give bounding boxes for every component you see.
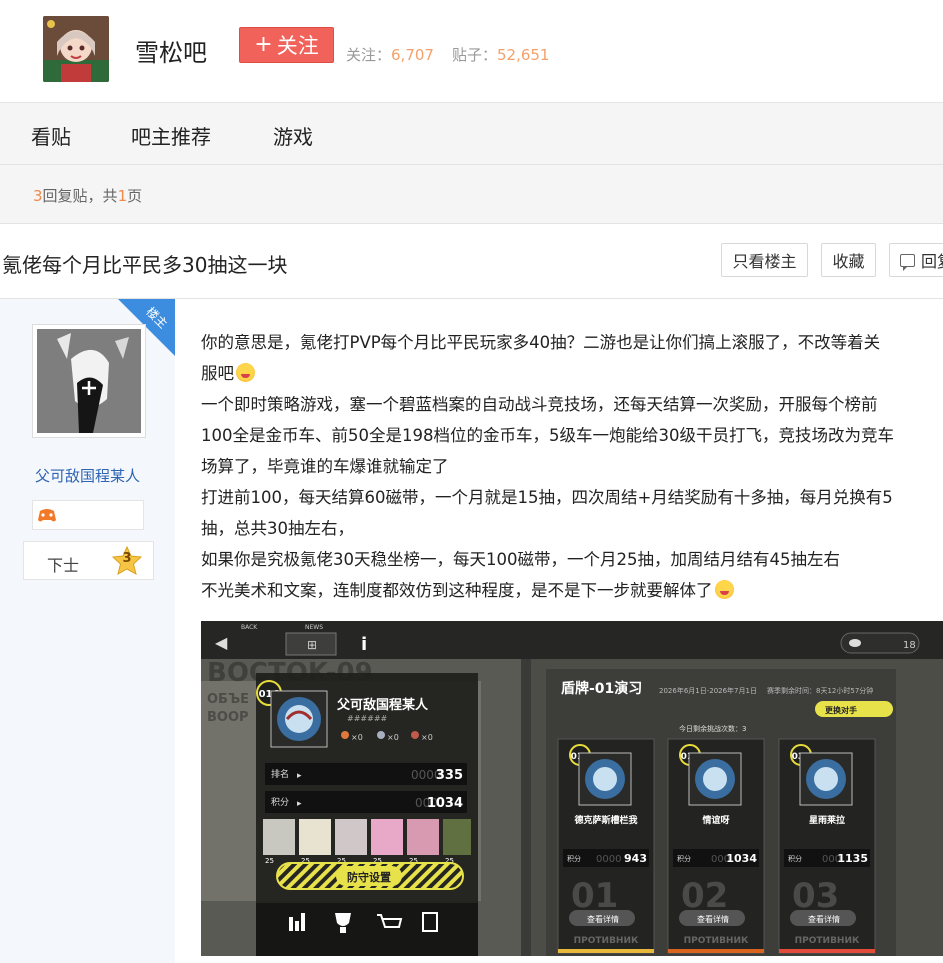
reply-bar: 3回复贴，共1页 [0, 165, 943, 224]
player-rank-value: 335 [436, 768, 463, 783]
svg-text:查看详情: 查看详情 [587, 914, 619, 924]
opponent-card[interactable]: 019 德克萨斯槽栏我 积分 0000 943 01 查看详情 ПРОТИВНИ… [557, 738, 655, 954]
plus-icon: + [254, 32, 273, 57]
forum-name[interactable]: 雪松吧 [135, 33, 207, 68]
post-line: 100全是金币车、前50全是198档位的金币车，5级车一炮能给30级干员打飞，竞… [201, 426, 894, 445]
stat-label: 关注： [346, 46, 392, 64]
tab-posts[interactable]: 看贴 [31, 121, 71, 150]
svg-text:ОБЪЕ: ОБЪЕ [207, 692, 249, 707]
svg-text:1135: 1135 [837, 852, 868, 865]
svg-text:查看详情: 查看详情 [808, 914, 840, 924]
post-content: 你的意思是，氪佬打PVP每个月比平民玩家多40抽？二游也是让你们搞上滚服了，不改… [201, 327, 943, 606]
counter-value: 18 [903, 640, 916, 651]
stat-posts: 52,651 [496, 46, 550, 64]
svg-text:943: 943 [624, 852, 647, 865]
svg-text:0000: 0000 [596, 854, 621, 865]
forum-header: 雪松吧 + 关注 关注：6,707 贴子：52,651 [0, 0, 943, 103]
svg-text:积分: 积分 [567, 854, 581, 863]
news-label: NEWS [305, 624, 323, 631]
svg-text:▸: ▸ [297, 799, 302, 809]
player-name: 父可敌国程某人 [336, 697, 429, 713]
level-number: 3 [122, 551, 132, 566]
post: 楼主 父可敌国程某人 下士 3 你的意思是，氪佬打PVP每个月比平民玩家多40抽… [0, 299, 943, 963]
op-badge-label: 楼主 [143, 304, 171, 332]
page-count: 1 [117, 187, 128, 205]
post-line: 打进前100，每天结算60磁带，一个月就是15抽，四次周结+月结奖励有十多抽，每… [201, 488, 893, 507]
svg-text:⊞: ⊞ [307, 638, 317, 652]
svg-text:今日剩余挑战次数：3: 今日剩余挑战次数：3 [679, 724, 746, 733]
thread-title-bar: 氪佬每个月比平民多30抽这一块 只看楼主 收藏 回复 [0, 224, 943, 299]
svg-text:ПРОТИВНИК: ПРОТИВНИК [795, 936, 860, 946]
author-avatar[interactable] [32, 324, 146, 438]
reply-button[interactable]: 回复 [889, 243, 943, 277]
post-line: 你的意思是，氪佬打PVP每个月比平民玩家多40抽？二游也是让你们搞上滚服了，不改… [201, 333, 881, 352]
reply-count: 3 [33, 187, 43, 205]
svg-text:◀: ◀ [215, 633, 228, 652]
svg-text:积分: 积分 [271, 796, 289, 808]
svg-text:i: i [361, 634, 367, 655]
post-line: 场算了，毕竟谁的车爆谁就输定了 [201, 457, 449, 476]
comment-icon [900, 253, 915, 271]
stat-label: 贴子： [451, 46, 497, 64]
post-line: 不光美术和文案，连制度都效仿到这种程度，是不是下一步就要解体了 [201, 575, 943, 606]
stat-followers: 6,707 [391, 46, 434, 64]
only-op-button[interactable]: 只看楼主 [721, 243, 808, 277]
follow-button[interactable]: + 关注 [239, 27, 334, 63]
svg-text:25: 25 [265, 857, 274, 865]
defense-settings-button: 防守设置 [347, 870, 391, 884]
svg-text:ПРОТИВНИК: ПРОТИВНИК [574, 936, 639, 946]
post-line: 如果你是究极氪佬30天稳坐榜一，每天100磁带，一个月25抽，加周结月结有45抽… [201, 550, 840, 569]
thread-title: 氪佬每个月比平民多30抽这一块 [2, 253, 288, 277]
level-title: 下士 [47, 556, 80, 575]
svg-text:星雨莱拉: 星雨莱拉 [809, 814, 845, 826]
svg-text:排名: 排名 [271, 768, 289, 780]
tab-recommended[interactable]: 吧主推荐 [131, 121, 211, 150]
svg-text:积分: 积分 [677, 854, 691, 863]
reply-label: 回复 [921, 252, 943, 271]
svg-text:######: ###### [347, 714, 388, 723]
reply-info-suffix: 页 [127, 187, 143, 205]
author-name[interactable]: 父可敌国程某人 [0, 465, 175, 486]
exercise-title: 盾牌-01演习 [561, 680, 642, 697]
tab-games[interactable]: 游戏 [273, 121, 313, 150]
forum-nav: 看贴 吧主推荐 游戏 [0, 103, 943, 165]
svg-text:ПРОТИВНИК: ПРОТИВНИК [684, 936, 749, 946]
grin-emoji-icon [236, 363, 255, 382]
forum-stats: 关注：6,707 贴子：52,651 [346, 44, 549, 65]
back-label: BACK [241, 624, 258, 631]
player-score-value: 1034 [427, 796, 463, 811]
svg-text:查看详情: 查看详情 [697, 914, 729, 924]
svg-text:2026年6月1日-2026年7月1日: 2026年6月1日-2026年7月1日 [659, 686, 757, 695]
svg-text:德克萨斯槽栏我: 德克萨斯槽栏我 [574, 814, 637, 826]
svg-text:×0: ×0 [387, 733, 399, 742]
opponent-card[interactable]: 031 星雨莱拉 积分 000 1135 03 查看详情 ПРОТИВНИК [778, 738, 876, 954]
svg-text:赛季剩余时间：8天12小时57分钟: 赛季剩余时间：8天12小时57分钟 [767, 686, 873, 695]
opponent-card[interactable]: 018 情谊呀 积分 000 1034 02 查看详情 ПРОТИВНИК [667, 738, 765, 954]
svg-text:×0: ×0 [351, 733, 363, 742]
reply-info-text: 回复贴，共 [42, 187, 118, 205]
svg-text:▸: ▸ [297, 771, 302, 781]
collect-button[interactable]: 收藏 [821, 243, 876, 277]
level-badge: 下士 3 [23, 541, 154, 580]
reply-info: 3回复贴，共1页 [33, 185, 142, 206]
follow-label: 关注 [276, 34, 319, 58]
forum-avatar[interactable] [43, 16, 109, 82]
post-image[interactable]: ◀ BACK NEWS ⊞ i 18 BOCTOK-09 ОБЪЕ BOOP 0… [201, 621, 943, 956]
post-line: 抽，总共30抽左右， [201, 519, 354, 538]
svg-text:积分: 积分 [788, 854, 802, 863]
grin-emoji-icon [714, 580, 734, 599]
svg-text:情谊呀: 情谊呀 [701, 814, 729, 826]
post-line: 一个即时策略游戏，塞一个碧蓝档案的自动战斗竞技场，还每天结算一次奖励，开服每个榜… [201, 395, 878, 414]
post-line: 服吧 [201, 358, 943, 389]
game-icon[interactable] [37, 506, 57, 524]
change-opponent-button: 更换对手 [825, 705, 857, 715]
svg-text:BOOP: BOOP [207, 710, 249, 725]
author-panel: 楼主 父可敌国程某人 下士 3 [0, 299, 175, 963]
author-icon-box [32, 500, 144, 530]
svg-text:1034: 1034 [726, 852, 757, 865]
svg-text:×0: ×0 [421, 733, 433, 742]
